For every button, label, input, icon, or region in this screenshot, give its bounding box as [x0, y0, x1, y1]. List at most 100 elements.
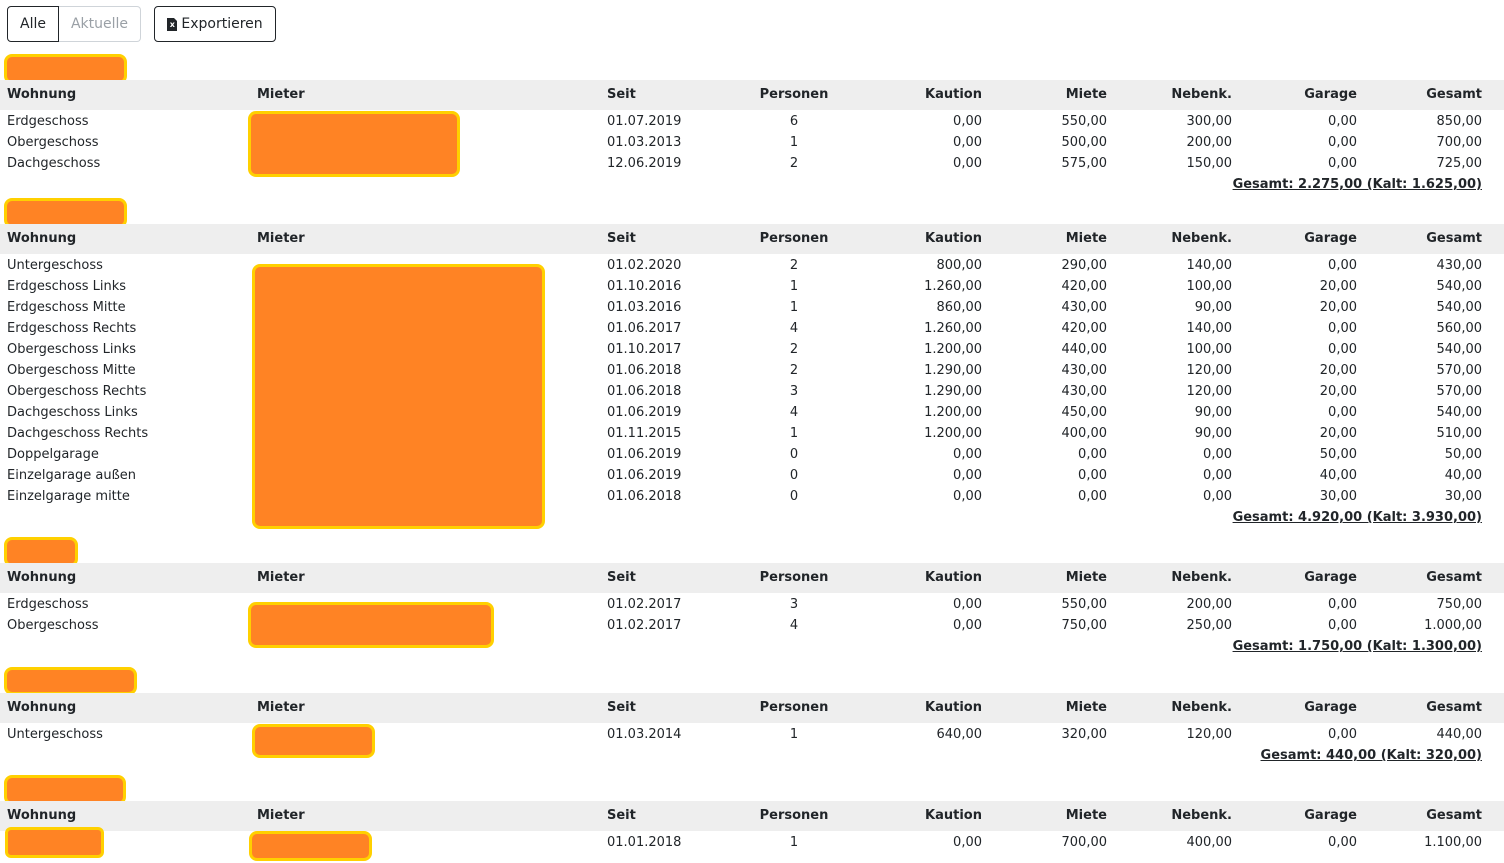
redacted-tenant-names [248, 602, 494, 648]
table-row: Obergeschoss 01.02.2017 4 0,00 750,00 250,00 0… [0, 615, 1504, 636]
cell-garage: 20,00 [1319, 384, 1357, 399]
cell-miete: 400,00 [1061, 426, 1108, 441]
header-col-personen[interactable]: Personen [744, 87, 844, 102]
cell-miete: 430,00 [1061, 363, 1108, 378]
header-col-kaution[interactable]: Kaution [862, 87, 982, 102]
table-row: Obergeschoss 01.03.2013 1 0,00 500,00 200,00 0… [0, 132, 1504, 153]
cell-wohnung: Erdgeschoss [7, 597, 89, 612]
header-col-nebenk[interactable]: Nebenk. [1112, 808, 1232, 823]
cell-gesamt: 850,00 [1436, 114, 1483, 129]
cell-kaution: 1.200,00 [924, 405, 982, 420]
table-header: Wohnung Mieter Seit Personen Kaution Miete Neb… [0, 80, 1504, 110]
header-col-kaution[interactable]: Kaution [862, 570, 982, 585]
cell-garage: 20,00 [1319, 363, 1357, 378]
table-header: Wohnung Mieter Seit Personen Kaution Miete Neb… [0, 563, 1504, 593]
header-col-wohnung[interactable]: Wohnung [7, 570, 237, 585]
header-col-miete[interactable]: Miete [987, 231, 1107, 246]
header-col-personen[interactable]: Personen [744, 700, 844, 715]
header-col-wohnung[interactable]: Wohnung [7, 808, 237, 823]
cell-wohnung: Dachgeschoss Rechts [7, 426, 149, 441]
header-col-gesamt[interactable]: Gesamt [1362, 87, 1482, 102]
filter-all-button[interactable]: Alle [7, 6, 59, 42]
cell-gesamt: 510,00 [1436, 426, 1483, 441]
header-col-kaution[interactable]: Kaution [862, 231, 982, 246]
cell-personen: 1 [789, 279, 799, 294]
table-header: Wohnung Mieter Seit Personen Kaution Miete Neb… [0, 224, 1504, 254]
header-col-kaution[interactable]: Kaution [862, 700, 982, 715]
header-col-miete[interactable]: Miete [987, 700, 1107, 715]
header-col-personen[interactable]: Personen [744, 570, 844, 585]
header-col-nebenk[interactable]: Nebenk. [1112, 570, 1232, 585]
cell-miete: 0,00 [1078, 447, 1107, 462]
header-col-garage[interactable]: Garage [1237, 87, 1357, 102]
cell-seit: 01.06.2019 [607, 447, 682, 462]
cell-seit: 01.07.2019 [607, 114, 682, 129]
header-col-mieter[interactable]: Mieter [257, 231, 557, 246]
header-col-gesamt[interactable]: Gesamt [1362, 700, 1482, 715]
cell-kaution: 0,00 [953, 447, 982, 462]
cell-nebenk: 200,00 [1186, 597, 1233, 612]
filter-current-button[interactable]: Aktuelle [59, 6, 141, 42]
header-col-miete[interactable]: Miete [987, 87, 1107, 102]
export-button[interactable]: x Exportieren [154, 6, 276, 42]
cell-gesamt: 1.100,00 [1424, 835, 1482, 850]
cell-wohnung: Obergeschoss [7, 618, 99, 633]
header-col-seit[interactable]: Seit [607, 808, 727, 823]
cell-nebenk: 200,00 [1186, 135, 1233, 150]
header-col-personen[interactable]: Personen [744, 808, 844, 823]
header-col-gesamt[interactable]: Gesamt [1362, 231, 1482, 246]
header-col-seit[interactable]: Seit [607, 570, 727, 585]
header-col-mieter[interactable]: Mieter [257, 87, 557, 102]
cell-nebenk: 0,00 [1203, 447, 1232, 462]
header-col-wohnung[interactable]: Wohnung [7, 87, 237, 102]
header-col-kaution[interactable]: Kaution [862, 808, 982, 823]
header-col-miete[interactable]: Miete [987, 808, 1107, 823]
header-col-nebenk[interactable]: Nebenk. [1112, 231, 1232, 246]
header-col-nebenk[interactable]: Nebenk. [1112, 700, 1232, 715]
cell-garage: 0,00 [1328, 114, 1357, 129]
header-col-wohnung[interactable]: Wohnung [7, 700, 237, 715]
header-col-nebenk[interactable]: Nebenk. [1112, 87, 1232, 102]
cell-wohnung: Erdgeschoss Mitte [7, 300, 126, 315]
header-col-miete[interactable]: Miete [987, 570, 1107, 585]
cell-miete: 420,00 [1061, 279, 1108, 294]
header-col-personen[interactable]: Personen [744, 231, 844, 246]
cell-miete: 320,00 [1061, 727, 1108, 742]
cell-wohnung: Obergeschoss Mitte [7, 363, 136, 378]
cell-wohnung: Einzelgarage mitte [7, 489, 130, 504]
header-col-seit[interactable]: Seit [607, 87, 727, 102]
header-col-mieter[interactable]: Mieter [257, 570, 557, 585]
cell-seit: 01.02.2020 [607, 258, 682, 273]
cell-seit: 01.06.2018 [607, 363, 682, 378]
header-col-garage[interactable]: Garage [1237, 808, 1357, 823]
cell-gesamt: 540,00 [1436, 300, 1483, 315]
table-row: Erdgeschoss 01.07.2019 6 0,00 550,00 300,00 0,… [0, 111, 1504, 132]
header-col-garage[interactable]: Garage [1237, 700, 1357, 715]
cell-kaution: 0,00 [953, 489, 982, 504]
table-row: Untergeschoss 01.02.2020 2 800,00 290,00 140,… [0, 255, 1504, 276]
header-col-mieter[interactable]: Mieter [257, 700, 557, 715]
cell-miete: 440,00 [1061, 342, 1108, 357]
cell-miete: 750,00 [1061, 618, 1108, 633]
header-col-gesamt[interactable]: Gesamt [1362, 570, 1482, 585]
cell-kaution: 640,00 [936, 727, 983, 742]
header-col-seit[interactable]: Seit [607, 700, 727, 715]
cell-wohnung: Dachgeschoss Links [7, 405, 138, 420]
header-col-gesamt[interactable]: Gesamt [1362, 808, 1482, 823]
cell-wohnung: Erdgeschoss Links [7, 279, 127, 294]
header-col-seit[interactable]: Seit [607, 231, 727, 246]
cell-gesamt: 540,00 [1436, 405, 1483, 420]
table-row: Obergeschoss Mitte 01.06.2018 2 1.290,00 430… [0, 360, 1504, 381]
cell-garage: 0,00 [1328, 835, 1357, 850]
header-col-wohnung[interactable]: Wohnung [7, 231, 237, 246]
cell-nebenk: 120,00 [1186, 363, 1233, 378]
header-col-garage[interactable]: Garage [1237, 231, 1357, 246]
section-total: Gesamt: 2.275,00 (Kalt: 1.625,00) [1232, 177, 1482, 192]
cell-nebenk: 250,00 [1186, 618, 1233, 633]
cell-seit: 01.02.2017 [607, 597, 682, 612]
header-col-garage[interactable]: Garage [1237, 570, 1357, 585]
cell-miete: 430,00 [1061, 384, 1108, 399]
cell-wohnung: Erdgeschoss [7, 114, 89, 129]
cell-garage: 20,00 [1319, 426, 1357, 441]
header-col-mieter[interactable]: Mieter [257, 808, 557, 823]
